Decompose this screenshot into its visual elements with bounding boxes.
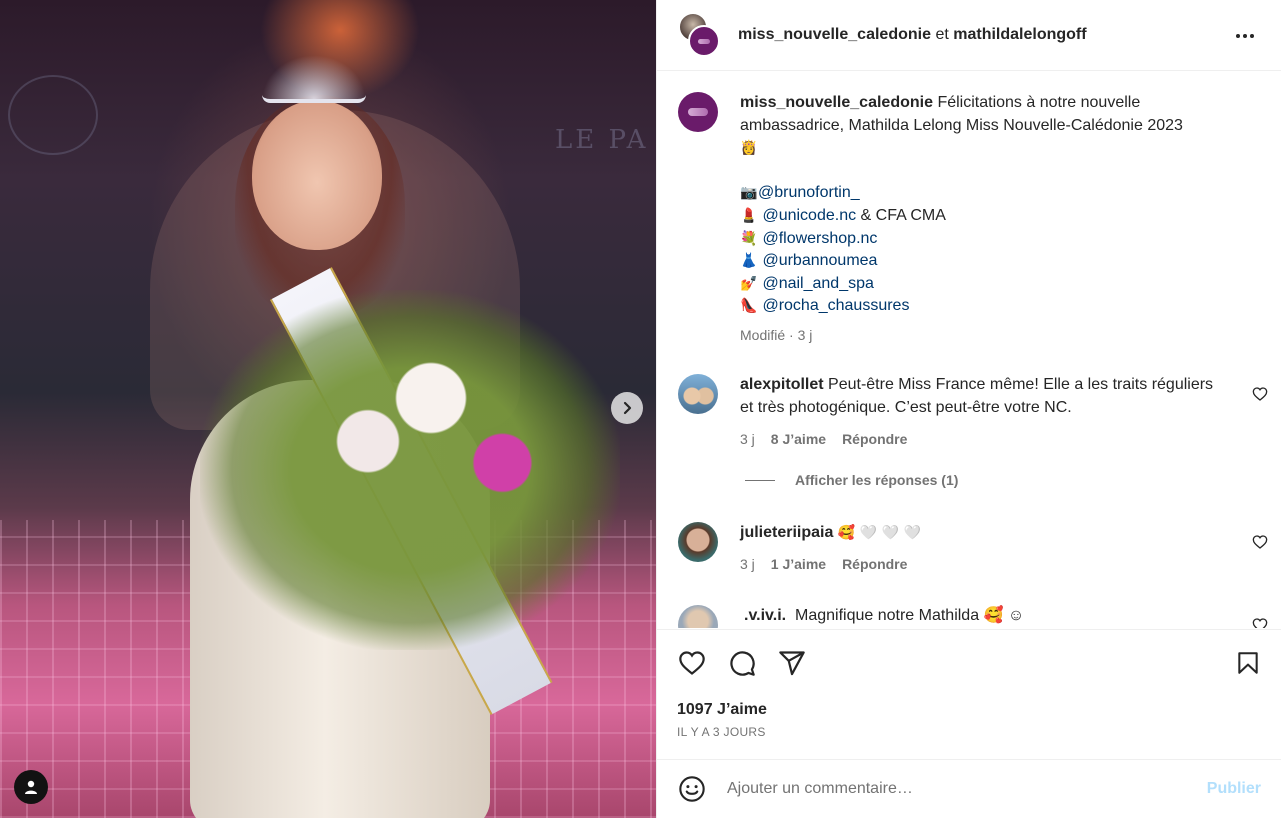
post-caption: miss_nouvelle_caledonie Félicitations à … [678,92,1268,343]
more-horizontal-icon [1236,34,1254,38]
bookmark-icon [1238,652,1258,674]
post-header: miss_nouvelle_caledonie et mathildalelon… [657,0,1281,71]
next-image-button[interactable] [611,392,643,424]
avatar[interactable] [678,605,718,628]
caption-username[interactable]: miss_nouvelle_caledonie [740,94,933,111]
comment: julieteriipaia 🥰 🤍 🤍 🤍 3 j 1 J’aime Répo… [678,522,1268,592]
camera-emoji: 📷 [740,185,758,202]
publish-button[interactable]: Publier [1207,780,1261,798]
background-logo-text: LE PA [555,125,649,155]
shoe-emoji: 👠 [740,298,758,315]
comment-bubble-icon [730,651,755,676]
user-tags-button[interactable] [14,770,48,804]
share-button[interactable] [777,648,807,678]
reply-button[interactable]: Répondre [842,556,907,572]
credit-line: 👠 @rocha_chaussures [740,295,1230,318]
bouquet-emoji: 💐 [740,230,758,247]
post-panel: miss_nouvelle_caledonie et mathildalelon… [656,0,1281,818]
comment-meta: 3 j 8 J’aime Répondre [740,431,907,447]
mention-link[interactable]: @flowershop.nc [762,230,877,247]
credit-line: 💄 @unicode.nc & CFA CMA [740,205,1230,228]
author-link[interactable]: miss_nouvelle_caledonie [738,26,931,43]
comment-text: julieteriipaia 🥰 🤍 🤍 🤍 [740,522,1220,545]
author-avatars[interactable] [678,12,724,58]
credit-suffix: & CFA CMA [856,206,946,224]
credit-line: 💐 @flowershop.nc [740,228,1230,251]
comments-scroll[interactable]: miss_nouvelle_caledonie Félicitations à … [657,72,1281,628]
avatar[interactable] [678,92,718,132]
comment-likes[interactable]: 8 J’aime [771,431,826,447]
comment-username[interactable]: .v.iv.i. [744,607,786,624]
like-button[interactable] [677,648,707,678]
heart-icon[interactable] [1252,617,1268,628]
more-options-button[interactable] [1233,24,1257,48]
post-image[interactable]: LE PA [0,0,656,818]
mention-link[interactable]: @urbannoumea [762,252,877,269]
emoji-picker-button[interactable] [677,774,707,804]
caption-body: miss_nouvelle_caledonie Félicitations à … [740,92,1230,347]
post-date[interactable]: IL Y A 3 JOURS [677,725,766,739]
smiley-icon [679,776,705,802]
user-icon [25,780,37,794]
figure-head [252,100,382,250]
crown-emoji: 👸 [740,140,758,157]
credit-line: 👗 @urbannoumea [740,250,1230,273]
heart-icon[interactable] [1252,386,1268,402]
likes-count[interactable]: 1097 J’aime [677,701,767,719]
paper-plane-icon [779,651,805,676]
avatar[interactable] [678,374,718,414]
lipstick-emoji: 💄 [740,207,758,224]
background-logo [8,75,98,155]
mention-link[interactable]: @rocha_chaussures [762,297,909,314]
mention-link[interactable]: @brunofortin_ [758,184,860,201]
caption-time[interactable]: 3 j [798,327,813,343]
comment-text: alexpitollet Peut-être Miss France même!… [740,374,1220,419]
avatar[interactable] [678,522,718,562]
post-actions: 1097 J’aime IL Y A 3 JOURS [657,629,1281,759]
coauthor-link[interactable]: mathildalelongoff [953,26,1086,43]
comment-time[interactable]: 3 j [740,431,755,447]
author-connector: et [935,26,949,43]
caption-meta: Modifié · 3 j [740,326,813,343]
comment-meta: 3 j 1 J’aime Répondre [740,556,907,572]
replies-divider [745,479,775,481]
comment-body: 🥰 🤍 🤍 🤍 [837,525,921,541]
save-button[interactable] [1233,648,1263,678]
edited-label: Modifié [740,326,786,343]
reply-button[interactable]: Répondre [842,431,907,447]
add-comment-bar: Publier [657,759,1281,818]
mention-link[interactable]: @nail_and_spa [762,275,873,292]
author-names: miss_nouvelle_caledonie et mathildalelon… [738,26,1087,44]
comment-text: .v.iv.i. Magnifique notre Mathilda 🥰 ☺ [744,605,1224,628]
heart-icon [679,651,705,675]
comment-username[interactable]: julieteriipaia [740,524,833,541]
credit-line: 📷@brunofortin_ [740,182,1230,205]
view-replies-label: Afficher les réponses (1) [795,472,959,488]
comment-button[interactable] [727,648,757,678]
mention-link[interactable]: @unicode.nc [762,207,856,224]
comment: .v.iv.i. Magnifique notre Mathilda 🥰 ☺ [678,605,1268,628]
credit-line: 💅 @nail_and_spa [740,273,1230,296]
comment-body: Magnifique notre Mathilda 🥰 ☺ [794,607,1025,624]
action-icons [677,648,1261,678]
avatar[interactable] [688,25,720,57]
comment: alexpitollet Peut-être Miss France même!… [678,374,1268,464]
dress-emoji: 👗 [740,253,758,270]
comment-username[interactable]: alexpitollet [740,376,824,393]
bouquet [200,290,620,650]
heart-icon[interactable] [1252,534,1268,550]
nail-polish-emoji: 💅 [740,275,758,292]
comment-input[interactable] [727,780,1187,798]
view-replies-button[interactable]: Afficher les réponses (1) [745,472,958,488]
comment-time[interactable]: 3 j [740,556,755,572]
chevron-right-icon [623,401,632,415]
comment-likes[interactable]: 1 J’aime [771,556,826,572]
